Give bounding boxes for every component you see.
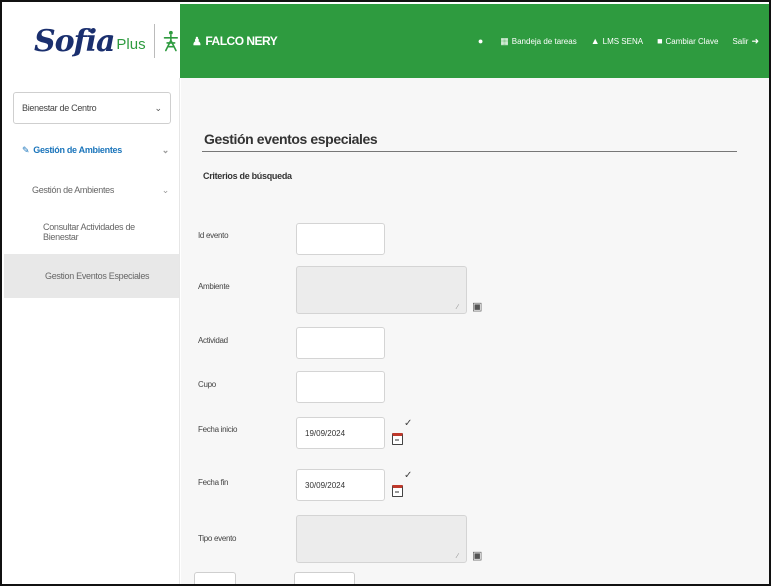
actividad-label: Actividad [198, 336, 228, 345]
sidebar-item-gestion-ambientes[interactable]: ✎ Gestión de Ambientes ⌄ [4, 130, 179, 170]
user-menu[interactable]: ♟ FALCO NERY [192, 34, 278, 48]
lock-icon: ■ [657, 36, 663, 46]
fecha-inicio-label: Fecha inicio [198, 425, 238, 434]
fecha-inicio-input[interactable] [296, 417, 385, 449]
search-criteria-heading: Criterios de búsqueda [203, 171, 292, 181]
logo-divider [153, 24, 155, 58]
ambiente-textarea[interactable] [296, 266, 467, 314]
id-evento-label: Id evento [198, 231, 229, 240]
fecha-fin-label: Fecha fin [198, 478, 229, 487]
sign-out-icon: ➜ [751, 35, 759, 46]
sena-logo-icon [163, 30, 179, 52]
logo-plus-text: Plus [116, 35, 146, 53]
top-nav-links: ● ▦ Bandeja de tareas ▲ LMS SENA ■ Cambi… [478, 36, 759, 47]
id-evento-input[interactable] [296, 223, 385, 255]
location-icon: ● [477, 36, 484, 46]
sidebar: Bienestar de Centro ⌄ ✎ Gestión de Ambie… [4, 78, 180, 584]
resize-handle-icon: ∕ [457, 553, 459, 560]
actividad-input[interactable] [296, 327, 385, 359]
top-navbar: ♟ FALCO NERY ● ▦ Bandeja de tareas ▲ LMS… [180, 4, 769, 78]
cupo-label: Cupo [198, 380, 216, 389]
next-field-input[interactable] [294, 572, 355, 584]
ambiente-label: Ambiente [198, 282, 230, 291]
chevron-down-icon: ⌄ [154, 102, 162, 113]
main-content: Gestión eventos especiales Criterios de … [181, 78, 769, 584]
sofiaplus-logo[interactable]: Sofia Plus [4, 4, 180, 78]
task-inbox-link[interactable]: ▦ Bandeja de tareas [500, 36, 576, 47]
fecha-fin-clear-icon[interactable]: ✓ [404, 470, 412, 481]
resize-handle-icon: ∕ [457, 304, 459, 311]
edit-icon: ✎ [22, 144, 30, 155]
sidebar-link-consultar-actividades[interactable]: Consultar Actividades de Bienestar [4, 210, 179, 254]
tipo-evento-lookup-icon[interactable]: ▣ [472, 549, 482, 562]
chevron-down-icon: ⌄ [161, 144, 170, 155]
cupo-input[interactable] [296, 371, 385, 403]
sidebar-subitem-gestion-ambientes[interactable]: Gestión de Ambientes ⌄ [4, 170, 179, 210]
fecha-fin-input[interactable] [296, 469, 385, 501]
logout-link[interactable]: Salir ➜ [732, 36, 759, 47]
change-password-link[interactable]: ■ Cambiar Clave [657, 36, 718, 46]
lms-sena-link[interactable]: ▲ LMS SENA [591, 36, 643, 46]
inbox-icon: ▦ [500, 35, 509, 46]
fecha-inicio-calendar-icon[interactable] [392, 433, 403, 445]
chevron-down-icon: ⌄ [161, 184, 170, 195]
tipo-evento-label: Tipo evento [198, 534, 237, 543]
fecha-inicio-clear-icon[interactable]: ✓ [404, 418, 412, 429]
user-icon: ♟ [192, 35, 202, 48]
page-title: Gestión eventos especiales [204, 131, 378, 147]
graduation-cap-icon: ▲ [590, 36, 600, 46]
location-button[interactable]: ● [478, 36, 486, 46]
title-divider [202, 151, 737, 152]
browser-viewport: Sofia Plus ♟ FALCO NERY ● ▦ Bandeja de t… [0, 0, 771, 586]
user-name: FALCO NERY [205, 34, 278, 48]
role-select-value: Bienestar de Centro [22, 103, 97, 113]
next-field-label-box [194, 572, 236, 584]
role-select[interactable]: Bienestar de Centro ⌄ [13, 92, 171, 124]
tipo-evento-textarea[interactable] [296, 515, 467, 563]
sidebar-link-gestion-eventos-especiales[interactable]: Gestion Eventos Especiales [4, 254, 179, 298]
fecha-fin-calendar-icon[interactable] [392, 485, 403, 497]
logo-sofia-text: Sofia [34, 23, 115, 59]
ambiente-lookup-icon[interactable]: ▣ [472, 300, 482, 313]
